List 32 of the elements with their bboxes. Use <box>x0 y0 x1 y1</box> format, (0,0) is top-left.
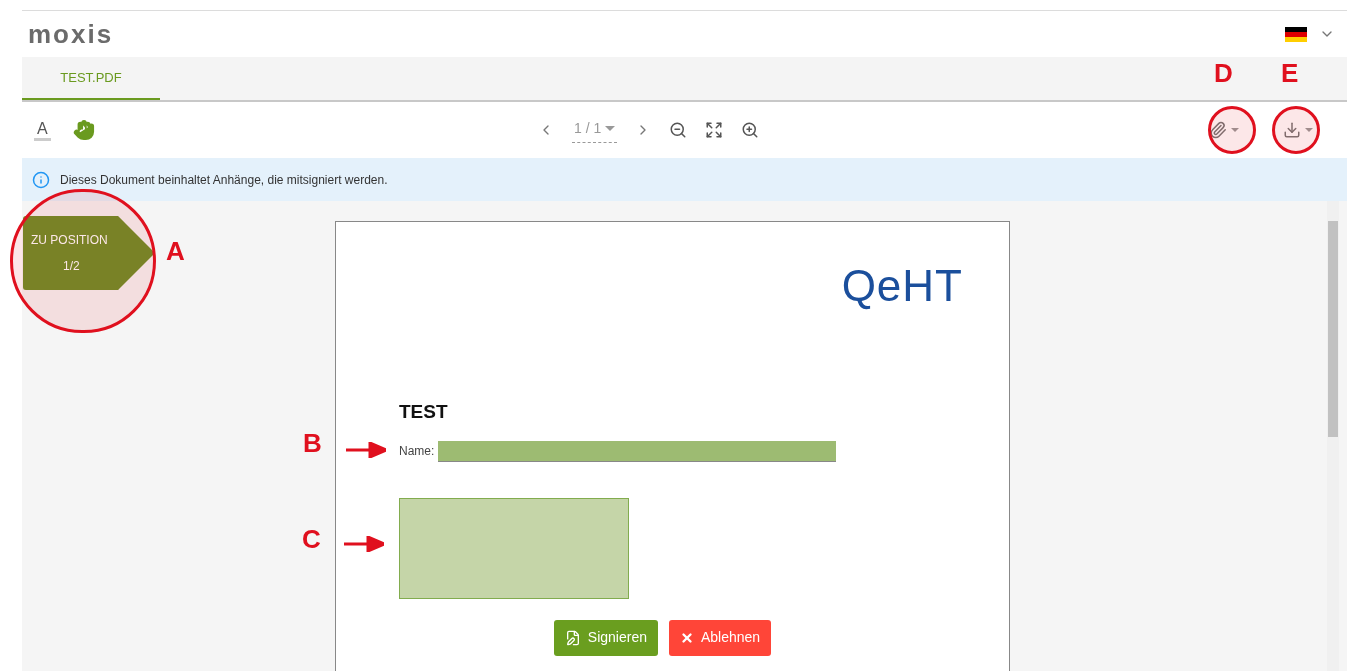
annotation-letter: E <box>1281 60 1299 86</box>
info-message: Dieses Dokument beinhaltet Anhänge, die mitsigniert werden. <box>60 171 388 189</box>
download-button[interactable] <box>1283 121 1313 139</box>
annotation-letter: A <box>166 238 185 264</box>
go-to-position-button[interactable]: ZU POSITION 1/2 <box>23 216 155 290</box>
annotation-arrow <box>346 442 386 458</box>
zoom-in-icon[interactable] <box>741 121 760 139</box>
annotation-letter: D <box>1214 60 1233 86</box>
name-label: Name: <box>399 443 435 460</box>
attachments-button[interactable] <box>1209 121 1239 139</box>
reject-button[interactable]: Ablehnen <box>669 619 772 656</box>
annotation-letter: C <box>302 526 321 552</box>
position-counter: 1/2 <box>62 258 80 275</box>
signature-field[interactable] <box>399 497 629 599</box>
document-logo: QeHT <box>841 264 963 308</box>
sign-button[interactable]: Signieren <box>553 619 658 656</box>
annotation-arrow <box>344 536 384 552</box>
info-icon <box>32 170 50 189</box>
position-label: ZU POSITION <box>31 232 108 249</box>
scrollbar[interactable] <box>1327 201 1339 671</box>
fit-page-icon[interactable] <box>705 121 724 139</box>
document-tab[interactable]: TEST.PDF <box>22 57 160 100</box>
pen-document-icon <box>564 629 581 646</box>
page-selector[interactable]: 1 / 1 <box>572 117 618 143</box>
german-flag-icon[interactable] <box>1285 26 1307 42</box>
document-heading: TEST <box>399 400 449 424</box>
annotation-letter: B <box>303 430 322 456</box>
close-icon <box>680 630 694 645</box>
app-logo: moxis <box>28 21 114 47</box>
text-tool-button[interactable]: A <box>34 119 51 141</box>
name-field[interactable] <box>438 440 837 462</box>
zoom-out-icon[interactable] <box>669 121 688 139</box>
